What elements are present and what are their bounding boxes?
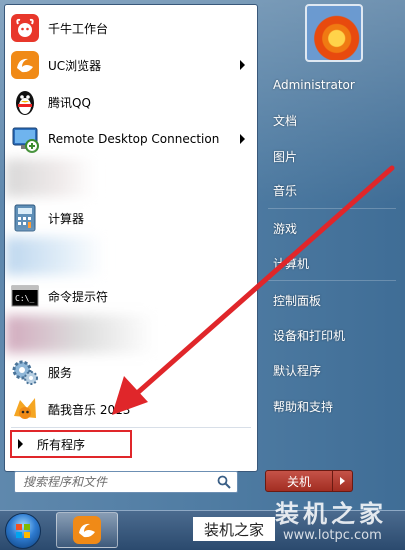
right-item-label: 游戏 bbox=[273, 221, 298, 236]
right-separator bbox=[268, 208, 396, 209]
watermark-logo-text: 装机之家 bbox=[275, 499, 387, 528]
right-item-devices-printers[interactable]: 设备和打印机 bbox=[266, 322, 398, 348]
program-label: Remote Desktop Connection bbox=[48, 132, 220, 146]
divider bbox=[11, 427, 251, 428]
all-programs-button[interactable]: 所有程序 bbox=[10, 430, 132, 458]
program-item-qq[interactable]: 腾讯QQ bbox=[5, 85, 257, 119]
chevron-right-icon bbox=[340, 477, 345, 485]
qianniu-icon bbox=[10, 13, 40, 43]
right-separator bbox=[268, 280, 396, 281]
right-item-default-programs[interactable]: 默认程序 bbox=[266, 357, 398, 383]
shutdown-options-button[interactable] bbox=[333, 470, 353, 492]
right-item-control-panel[interactable]: 控制面板 bbox=[266, 287, 398, 313]
taskbar-uc-browser-button[interactable] bbox=[56, 512, 118, 548]
blurred-program-item bbox=[5, 237, 105, 275]
right-item-computer[interactable]: 计算机 bbox=[266, 250, 398, 276]
watermark-box: 装机之家 bbox=[193, 517, 275, 541]
program-item-kuwo-music[interactable]: 酷我音乐 2013 bbox=[5, 392, 257, 426]
search-box[interactable] bbox=[14, 471, 238, 493]
right-item-label: 默认程序 bbox=[273, 363, 322, 378]
program-item-calculator[interactable]: 计算器 bbox=[5, 201, 257, 235]
right-item-administrator[interactable]: Administrator bbox=[266, 72, 398, 98]
right-item-label: 控制面板 bbox=[273, 293, 322, 308]
expand-arrow-icon bbox=[18, 439, 23, 449]
right-item-label: 图片 bbox=[273, 149, 298, 164]
submenu-arrow-icon bbox=[240, 60, 245, 70]
right-item-label: 设备和打印机 bbox=[273, 328, 346, 343]
right-item-label: 帮助和支持 bbox=[273, 399, 334, 414]
watermark-url: www.lotpc.com bbox=[283, 528, 382, 543]
search-icon[interactable] bbox=[217, 475, 231, 489]
program-label: 计算器 bbox=[48, 211, 85, 226]
right-item-pictures[interactable]: 图片 bbox=[266, 143, 398, 169]
shutdown-button[interactable]: 关机 bbox=[265, 470, 333, 492]
program-item-services[interactable]: 服务 bbox=[5, 355, 257, 389]
right-item-documents[interactable]: 文档 bbox=[266, 107, 398, 133]
blurred-program-item bbox=[5, 315, 155, 353]
program-item-qianniu[interactable]: 千牛工作台 bbox=[5, 11, 257, 45]
right-item-help-support[interactable]: 帮助和支持 bbox=[266, 393, 398, 419]
cmd-icon: C:\_ bbox=[10, 281, 40, 311]
program-label: 腾讯QQ bbox=[48, 95, 91, 110]
program-label: UC浏览器 bbox=[48, 58, 102, 73]
svg-text:C:\_: C:\_ bbox=[15, 294, 34, 303]
remote-desktop-icon bbox=[10, 124, 40, 154]
all-programs-label: 所有程序 bbox=[37, 437, 86, 452]
qq-penguin-icon bbox=[10, 87, 40, 117]
shutdown-label: 关机 bbox=[286, 474, 311, 489]
program-item-uc-browser[interactable]: UC浏览器 bbox=[5, 48, 257, 82]
right-item-label: Administrator bbox=[273, 78, 355, 92]
right-item-label: 计算机 bbox=[273, 256, 310, 271]
blurred-program-item bbox=[5, 159, 95, 197]
submenu-arrow-icon bbox=[240, 134, 245, 144]
search-input[interactable] bbox=[15, 472, 217, 492]
kuwo-music-icon bbox=[10, 394, 40, 424]
right-item-games[interactable]: 游戏 bbox=[266, 215, 398, 241]
right-item-music[interactable]: 音乐 bbox=[266, 177, 398, 203]
program-label: 千牛工作台 bbox=[48, 21, 109, 36]
program-label: 服务 bbox=[48, 365, 73, 380]
calculator-icon bbox=[10, 203, 40, 233]
services-gear-icon bbox=[10, 357, 40, 387]
user-avatar[interactable] bbox=[305, 4, 363, 62]
program-list-pane: 千牛工作台 UC浏览器 腾讯QQ Remote Desktop Connecti… bbox=[4, 4, 258, 472]
program-label: 命令提示符 bbox=[48, 289, 109, 304]
program-label: 酷我音乐 2013 bbox=[48, 402, 131, 417]
right-item-label: 音乐 bbox=[273, 183, 298, 198]
program-item-remote-desktop[interactable]: Remote Desktop Connection bbox=[5, 122, 257, 156]
uc-browser-icon bbox=[73, 516, 101, 544]
program-item-cmd[interactable]: C:\_ 命令提示符 bbox=[5, 279, 257, 313]
start-orb-icon[interactable] bbox=[5, 513, 41, 549]
uc-browser-icon bbox=[10, 50, 40, 80]
right-item-label: 文档 bbox=[273, 113, 298, 128]
